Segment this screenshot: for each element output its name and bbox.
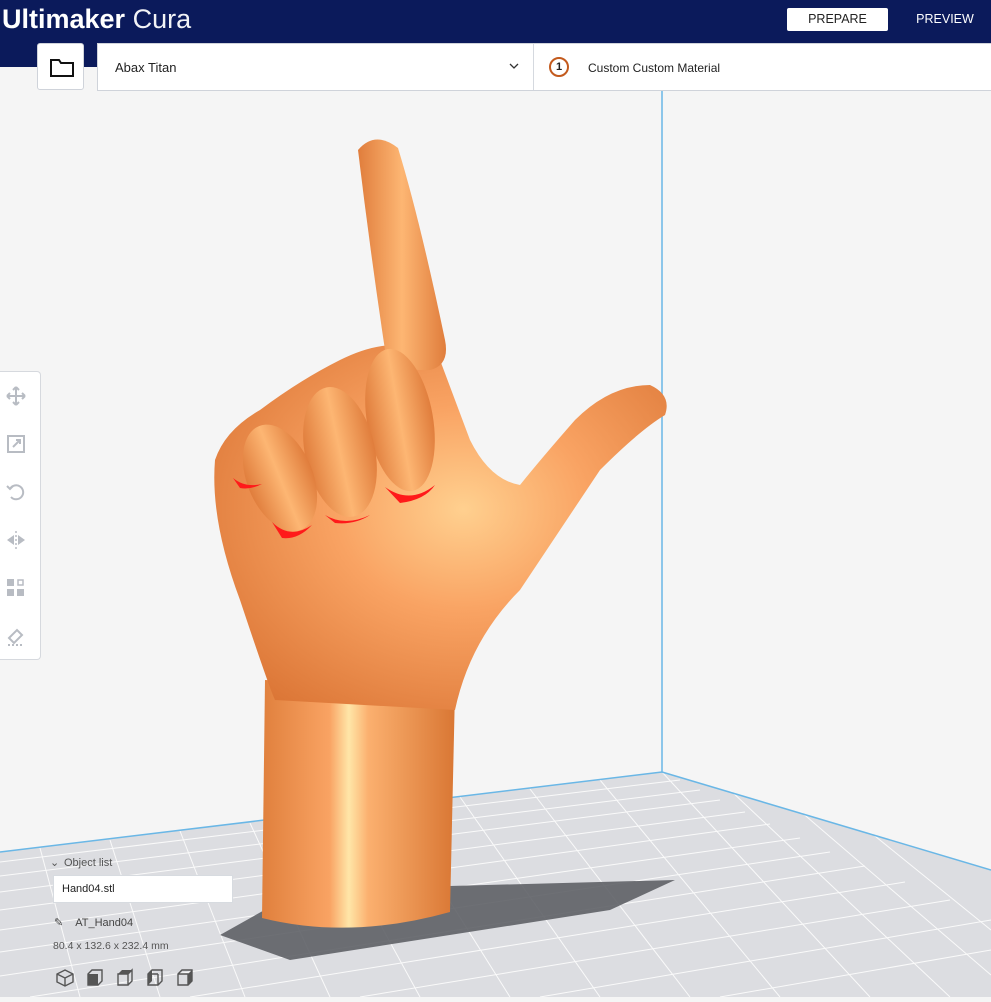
open-file-button[interactable]: [37, 43, 84, 90]
chevron-down-icon: ⌄: [50, 857, 60, 869]
pencil-icon: ✎: [54, 917, 64, 929]
machine-selector-bar: Abax Titan 1 Custom Custom Material: [97, 43, 991, 91]
mirror-icon[interactable]: [4, 528, 28, 552]
object-list-toggle[interactable]: ⌄ Object list: [50, 856, 112, 869]
right-view-icon[interactable]: [175, 968, 195, 988]
extruder-icon[interactable]: 1: [549, 57, 569, 77]
machine-selector[interactable]: Abax Titan: [115, 60, 176, 75]
support-blocker-icon[interactable]: [4, 624, 28, 648]
object-list-panel: ⌄ Object list Hand04.stl ✎ AT_Hand04 80.4 …: [50, 852, 280, 992]
chevron-down-icon[interactable]: [508, 60, 520, 72]
object-dimensions: 80.4 x 132.6 x 232.4 mm: [53, 940, 169, 952]
move-icon[interactable]: [4, 384, 28, 408]
3d-view-icon[interactable]: [55, 968, 75, 988]
front-view-icon[interactable]: [85, 968, 105, 988]
rotate-icon[interactable]: [4, 480, 28, 504]
object-list-item[interactable]: Hand04.stl: [53, 875, 233, 903]
app-header: Ultimaker Cura PREPARE PREVIEW: [0, 0, 991, 43]
divider: [533, 44, 534, 90]
folder-icon: [50, 59, 74, 77]
scale-icon[interactable]: [4, 432, 28, 456]
top-view-icon[interactable]: [115, 968, 135, 988]
stage-preview-button[interactable]: PREVIEW: [908, 8, 982, 31]
app-logo: Ultimaker Cura: [2, 4, 192, 34]
material-selector[interactable]: Custom Custom Material: [588, 61, 720, 75]
stage-prepare-button[interactable]: PREPARE: [787, 8, 888, 31]
tool-panel: [0, 371, 41, 660]
per-model-settings-icon[interactable]: [4, 576, 28, 600]
object-name[interactable]: ✎ AT_Hand04: [54, 916, 133, 929]
left-view-icon[interactable]: [145, 968, 165, 988]
